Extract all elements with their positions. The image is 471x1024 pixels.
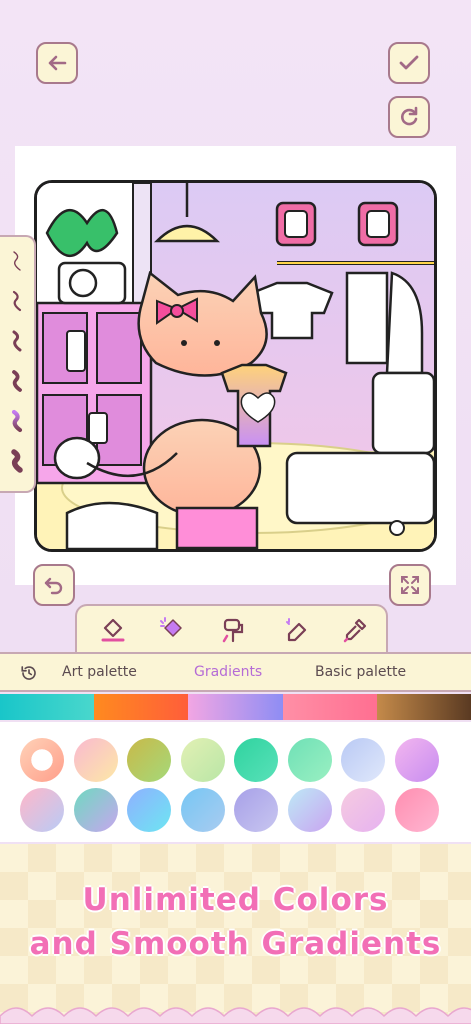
reset-button[interactable] bbox=[388, 96, 430, 138]
undo-icon bbox=[44, 577, 63, 595]
gradient-category-5[interactable] bbox=[376, 694, 471, 720]
gradient-category-2[interactable] bbox=[94, 694, 189, 720]
paint-brush-icon[interactable] bbox=[6, 449, 30, 473]
gradient-category-4[interactable] bbox=[282, 694, 377, 720]
ink-brush-icon[interactable] bbox=[6, 369, 30, 393]
tool-tray bbox=[75, 604, 388, 652]
undo-button[interactable] bbox=[33, 564, 75, 606]
gradient-swatch[interactable] bbox=[341, 788, 385, 832]
brush-panel bbox=[0, 235, 36, 493]
gradient-swatch[interactable] bbox=[341, 738, 385, 782]
tab-art-palette[interactable]: Art palette bbox=[62, 664, 137, 680]
gradient-swatch[interactable] bbox=[234, 738, 278, 782]
pencil-brush-icon[interactable] bbox=[6, 289, 30, 313]
check-icon bbox=[399, 55, 419, 70]
gradient-swatch[interactable] bbox=[127, 738, 171, 782]
promo-headline-line2: and Smooth Gradients bbox=[29, 926, 442, 962]
confirm-button[interactable] bbox=[388, 42, 430, 84]
eyedropper-icon[interactable] bbox=[341, 616, 369, 644]
bucket-fill-icon[interactable] bbox=[99, 616, 127, 644]
history-icon[interactable] bbox=[20, 664, 38, 682]
gradient-swatch[interactable] bbox=[73, 788, 118, 832]
gradient-swatch[interactable] bbox=[180, 738, 225, 782]
gradient-swatch[interactable] bbox=[180, 788, 225, 832]
gradient-swatch[interactable] bbox=[234, 788, 278, 832]
gradient-swatch[interactable] bbox=[20, 738, 64, 782]
marker-brush-icon[interactable] bbox=[6, 329, 30, 353]
gradient-swatch[interactable] bbox=[394, 738, 439, 782]
cat-room-illustration bbox=[37, 183, 434, 549]
gradient-category-3[interactable] bbox=[188, 694, 283, 720]
gradient-swatch[interactable] bbox=[394, 788, 439, 832]
gradient-swatch[interactable] bbox=[20, 788, 64, 832]
swatch-panel bbox=[0, 722, 471, 842]
gradient-brush-icon[interactable] bbox=[6, 409, 30, 433]
thin-brush-icon[interactable] bbox=[6, 249, 30, 273]
arrow-left-icon bbox=[48, 55, 67, 71]
gradient-swatch[interactable] bbox=[127, 788, 171, 832]
gradient-swatch[interactable] bbox=[287, 788, 332, 832]
tab-basic-palette[interactable]: Basic palette bbox=[315, 664, 406, 680]
magic-fill-icon[interactable] bbox=[157, 616, 185, 644]
scallop-border bbox=[0, 1007, 471, 1024]
promo-headline-line1: Unlimited Colors bbox=[82, 882, 389, 918]
back-button[interactable] bbox=[36, 42, 78, 84]
coloring-canvas[interactable] bbox=[34, 180, 437, 552]
tab-gradients[interactable]: Gradients bbox=[194, 664, 262, 680]
fullscreen-button[interactable] bbox=[389, 564, 431, 606]
gradient-swatch[interactable] bbox=[287, 738, 332, 782]
roller-icon[interactable] bbox=[219, 616, 247, 644]
expand-icon bbox=[401, 576, 419, 594]
gradient-category-1[interactable] bbox=[0, 694, 95, 720]
gradient-swatch[interactable] bbox=[73, 738, 118, 782]
refresh-icon bbox=[401, 106, 418, 126]
gradient-category-strip bbox=[0, 694, 471, 720]
eraser-icon[interactable] bbox=[283, 616, 311, 644]
palette-tabs: Art palette Gradients Basic palette bbox=[0, 652, 471, 692]
promo-banner: Unlimited Colors and Smooth Gradients bbox=[0, 844, 471, 1024]
